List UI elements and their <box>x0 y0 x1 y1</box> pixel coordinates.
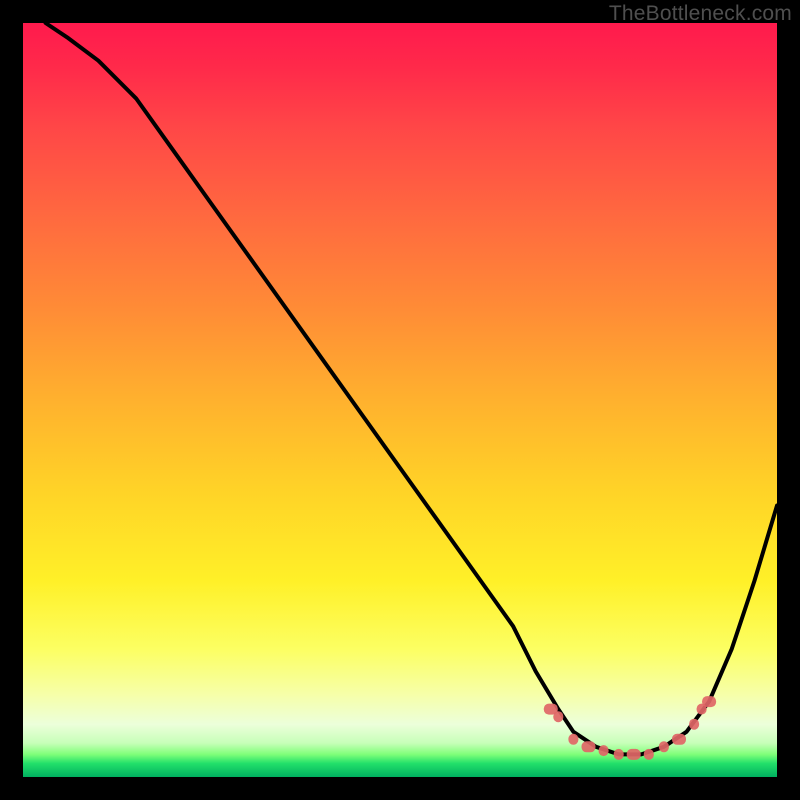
bottleneck-curve <box>46 23 777 754</box>
plot-area <box>23 23 777 777</box>
watermark-text: TheBottleneck.com <box>609 2 792 26</box>
chart-frame: TheBottleneck.com <box>0 0 800 800</box>
curve-layer <box>23 23 777 777</box>
